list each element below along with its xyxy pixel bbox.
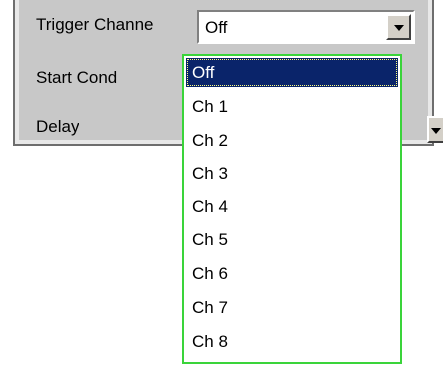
option-ch4[interactable]: Ch 4 [186,192,398,221]
trigger-channel-dropdown-button[interactable] [386,14,411,40]
start-cond-label: Start Cond [36,68,118,87]
option-ch3[interactable]: Ch 3 [186,159,398,188]
option-ch6[interactable]: Ch 6 [186,259,398,288]
option-ch5[interactable]: Ch 5 [186,225,398,254]
chevron-down-icon [431,127,441,134]
chevron-down-icon [393,25,404,31]
trigger-channel-value: Off [205,18,228,37]
option-ch7[interactable]: Ch 7 [186,293,398,322]
trigger-channel-label: Trigger Channe [36,15,154,34]
option-ch2[interactable]: Ch 2 [186,126,398,155]
option-off[interactable]: Off [186,58,398,87]
option-ch1[interactable]: Ch 1 [186,92,398,121]
trigger-channel-select[interactable]: Off [197,10,415,44]
delay-label: Delay [36,117,80,136]
delay-dropdown-button[interactable] [427,116,443,143]
trigger-channel-options-list[interactable]: Off Ch 1 Ch 2 Ch 3 Ch 4 Ch 5 Ch 6 Ch 7 C… [182,54,402,364]
option-ch8[interactable]: Ch 8 [186,327,398,356]
